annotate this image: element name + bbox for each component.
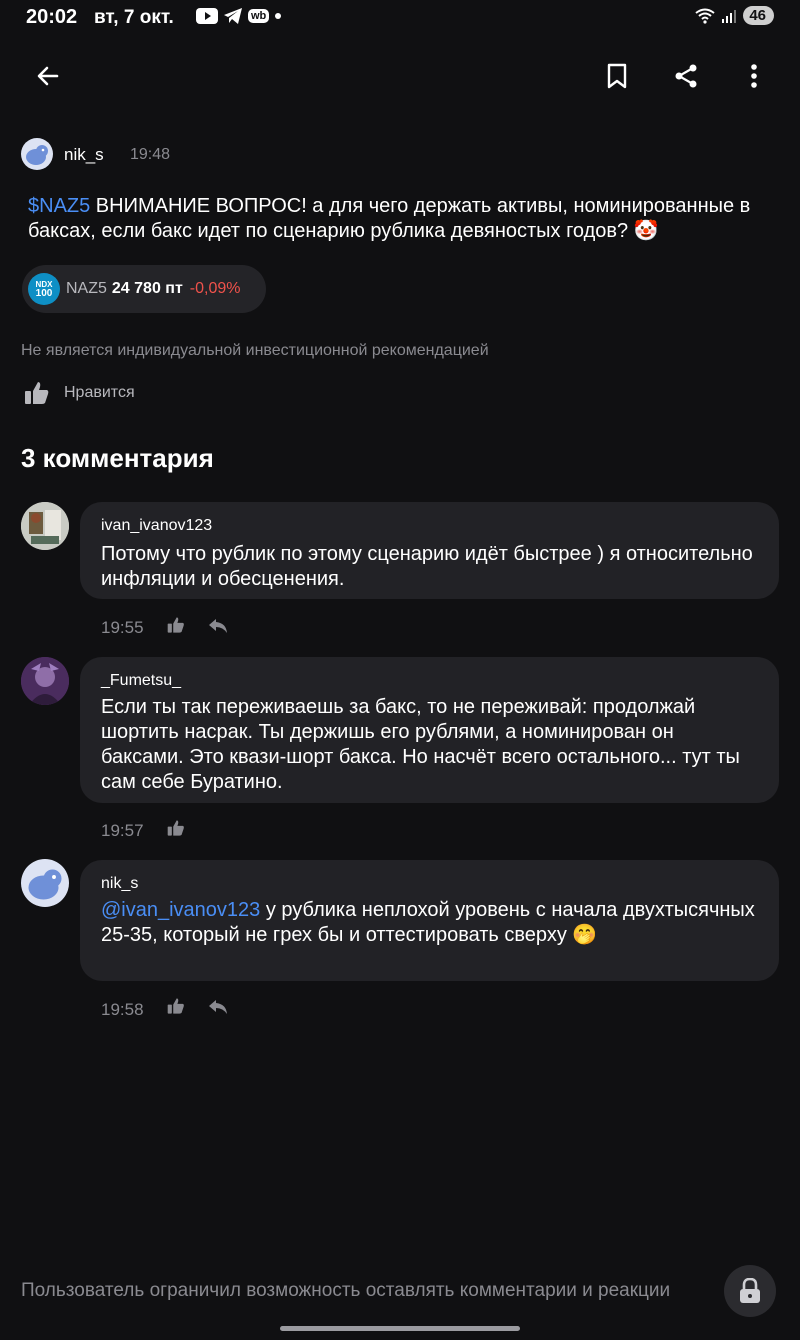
wb-icon: wb <box>248 9 270 23</box>
reply-icon <box>209 619 227 633</box>
comment-bubble: nik_s @ivan_ivanov123 у рублика неплохой… <box>80 860 779 981</box>
bookmark-icon <box>607 63 627 89</box>
signal-icon <box>722 9 737 23</box>
comment-reply-button[interactable] <box>208 617 228 640</box>
comment-author[interactable]: nik_s <box>101 875 138 893</box>
share-button[interactable] <box>666 56 706 96</box>
comment-text: Если ты так переживаешь за бакс, то не п… <box>101 696 740 793</box>
bird-avatar-icon <box>28 869 62 900</box>
chip-ticker: NAZ5 <box>66 280 107 297</box>
comment-like-button[interactable] <box>167 819 185 842</box>
like-button[interactable]: Нравится <box>24 380 135 406</box>
comment-text: Потому что рублик по этому сценарию идёт… <box>101 543 753 590</box>
comment-avatar[interactable] <box>21 859 69 907</box>
comment-author[interactable]: ivan_ivanov123 <box>101 517 212 535</box>
reply-icon <box>209 1000 227 1014</box>
like-label: Нравится <box>64 384 135 401</box>
character-avatar-icon <box>21 657 69 705</box>
lock-button[interactable] <box>724 1265 776 1317</box>
comments-heading: 3 комментария <box>21 443 214 473</box>
share-icon <box>675 64 697 88</box>
comment-like-button[interactable] <box>167 616 185 639</box>
thumbs-up-icon <box>167 998 184 1014</box>
comment-avatar[interactable] <box>21 657 69 705</box>
status-date: вт, 7 окт. <box>94 7 174 28</box>
arrow-left-icon <box>37 66 59 86</box>
notification-icons: wb <box>196 8 282 24</box>
more-button[interactable] <box>734 56 774 96</box>
post-time: 19:48 <box>130 146 171 163</box>
telegram-icon <box>224 8 242 24</box>
comment-bubble: ivan_ivanov123 Потому что рублик по этом… <box>80 502 779 599</box>
disclaimer: Не является индивидуальной инвестиционно… <box>21 342 489 359</box>
post-author-avatar[interactable] <box>21 138 53 170</box>
comment-time: 19:58 <box>101 1000 144 1019</box>
comment-avatar[interactable] <box>21 502 69 550</box>
status-time: 20:02 <box>26 6 78 28</box>
wifi-icon <box>695 8 715 24</box>
battery-indicator: 46 <box>743 6 774 25</box>
comment-time: 19:57 <box>101 821 144 840</box>
post-text: $NAZ5 ВНИМАНИЕ ВОПРОС! а для чего держат… <box>28 194 778 244</box>
home-indicator[interactable] <box>280 1326 520 1331</box>
comment-bubble: _Fumetsu_ Если ты так переживаешь за бак… <box>80 657 779 803</box>
thumbs-up-icon <box>167 617 184 633</box>
bookmark-button[interactable] <box>597 56 637 96</box>
thumbs-up-icon <box>25 382 49 404</box>
ticker-link[interactable]: $NAZ5 <box>28 195 90 217</box>
thumbs-up-icon <box>167 820 184 836</box>
dot-icon <box>275 13 282 19</box>
more-vertical-icon <box>751 64 757 88</box>
mention-link[interactable]: @ivan_ivanov123 <box>101 899 260 921</box>
chip-change: -0,09% <box>189 280 241 297</box>
post-author[interactable]: nik_s <box>64 145 104 165</box>
photo-avatar-icon <box>21 502 69 550</box>
system-icons: 46 <box>695 6 774 25</box>
comment-text: @ivan_ivanov123 у рублика неплохой урове… <box>101 898 761 948</box>
post-body: ВНИМАНИЕ ВОПРОС! а для чего держать акти… <box>28 195 751 242</box>
comment-time: 19:55 <box>101 618 144 637</box>
comment-reply-button[interactable] <box>208 998 228 1021</box>
comment-like-button[interactable] <box>167 997 185 1020</box>
ndx-logo: NDX 100 <box>28 273 60 305</box>
comments-restricted-notice: Пользователь ограничил возможность остав… <box>21 1280 671 1301</box>
chip-price: 24 780 пт <box>111 280 183 297</box>
back-button[interactable] <box>28 56 68 96</box>
bird-avatar-icon <box>26 145 48 165</box>
instrument-chip[interactable]: NDX 100 NAZ5 24 780 пт -0,09% <box>22 265 266 313</box>
youtube-icon <box>196 8 218 24</box>
comment-author[interactable]: _Fumetsu_ <box>101 672 181 690</box>
lock-icon <box>740 1278 760 1303</box>
